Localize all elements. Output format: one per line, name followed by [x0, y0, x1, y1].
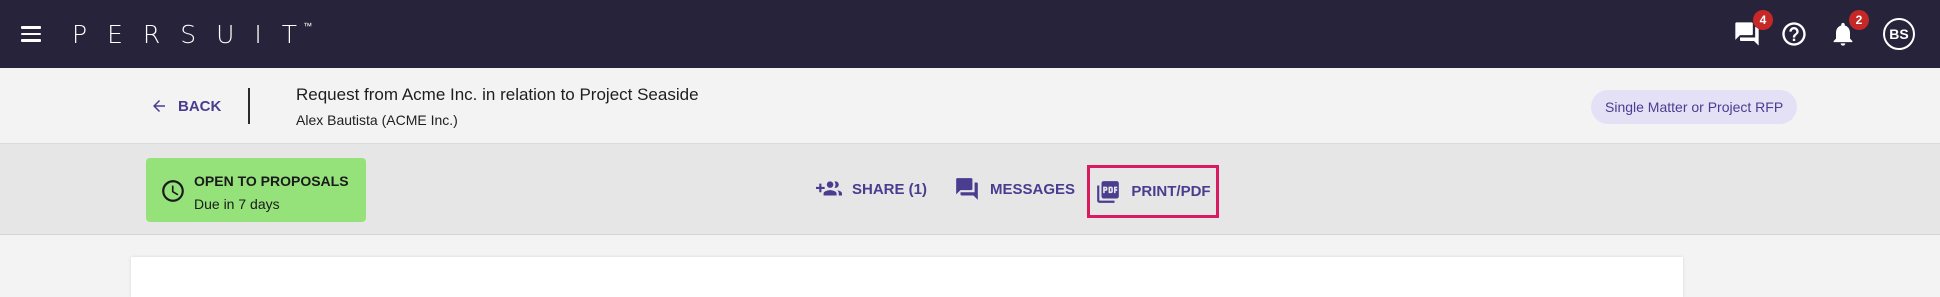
- messages-label: MESSAGES: [990, 180, 1076, 198]
- bell-icon[interactable]: 2: [1829, 10, 1869, 48]
- back-label: BACK: [178, 97, 222, 115]
- clock-icon: [162, 180, 184, 202]
- header-divider: [248, 88, 250, 124]
- top-navigation-bar: PERSUIT ™ 4 2 BS: [0, 0, 1940, 68]
- chat-icon[interactable]: 4: [1733, 10, 1773, 48]
- content-area: [0, 236, 1940, 297]
- share-label: SHARE (1): [852, 180, 928, 198]
- request-requester: Alex Bautista (ACME Inc.): [296, 112, 458, 128]
- forum-icon: [956, 178, 978, 200]
- request-header: BACK Request from Acme Inc. in relation …: [0, 68, 1940, 143]
- status-due-date: Due in 7 days: [194, 196, 280, 212]
- request-action-bar: OPEN TO PROPOSALS Due in 7 days SHARE (1…: [0, 143, 1940, 235]
- user-avatar[interactable]: BS: [1883, 18, 1915, 50]
- print-pdf-label: PRINT/PDF: [1131, 183, 1211, 200]
- messages-count-badge: 4: [1753, 10, 1773, 30]
- content-card: [131, 257, 1683, 297]
- rfp-type-chip: Single Matter or Project RFP: [1591, 90, 1798, 124]
- logo-trademark: ™: [303, 21, 313, 32]
- menu-icon[interactable]: [18, 21, 44, 47]
- print-pdf-button[interactable]: PRINT/PDF: [1087, 165, 1219, 218]
- status-banner: OPEN TO PROPOSALS Due in 7 days: [146, 158, 366, 222]
- logo-text: PERSUIT: [72, 19, 318, 49]
- arrow-back-icon: [153, 100, 165, 112]
- notifications-count-badge: 2: [1849, 10, 1869, 30]
- share-button[interactable]: SHARE (1): [816, 176, 927, 202]
- messages-button[interactable]: MESSAGES: [954, 176, 1075, 202]
- pdf-icon: [1097, 180, 1120, 203]
- back-button[interactable]: BACK: [150, 95, 221, 117]
- persuit-logo[interactable]: PERSUIT ™: [72, 18, 312, 50]
- help-icon[interactable]: [1780, 20, 1808, 48]
- request-title: Request from Acme Inc. in relation to Pr…: [296, 85, 699, 104]
- group-add-icon: [816, 181, 842, 196]
- status-title: OPEN TO PROPOSALS: [194, 173, 349, 189]
